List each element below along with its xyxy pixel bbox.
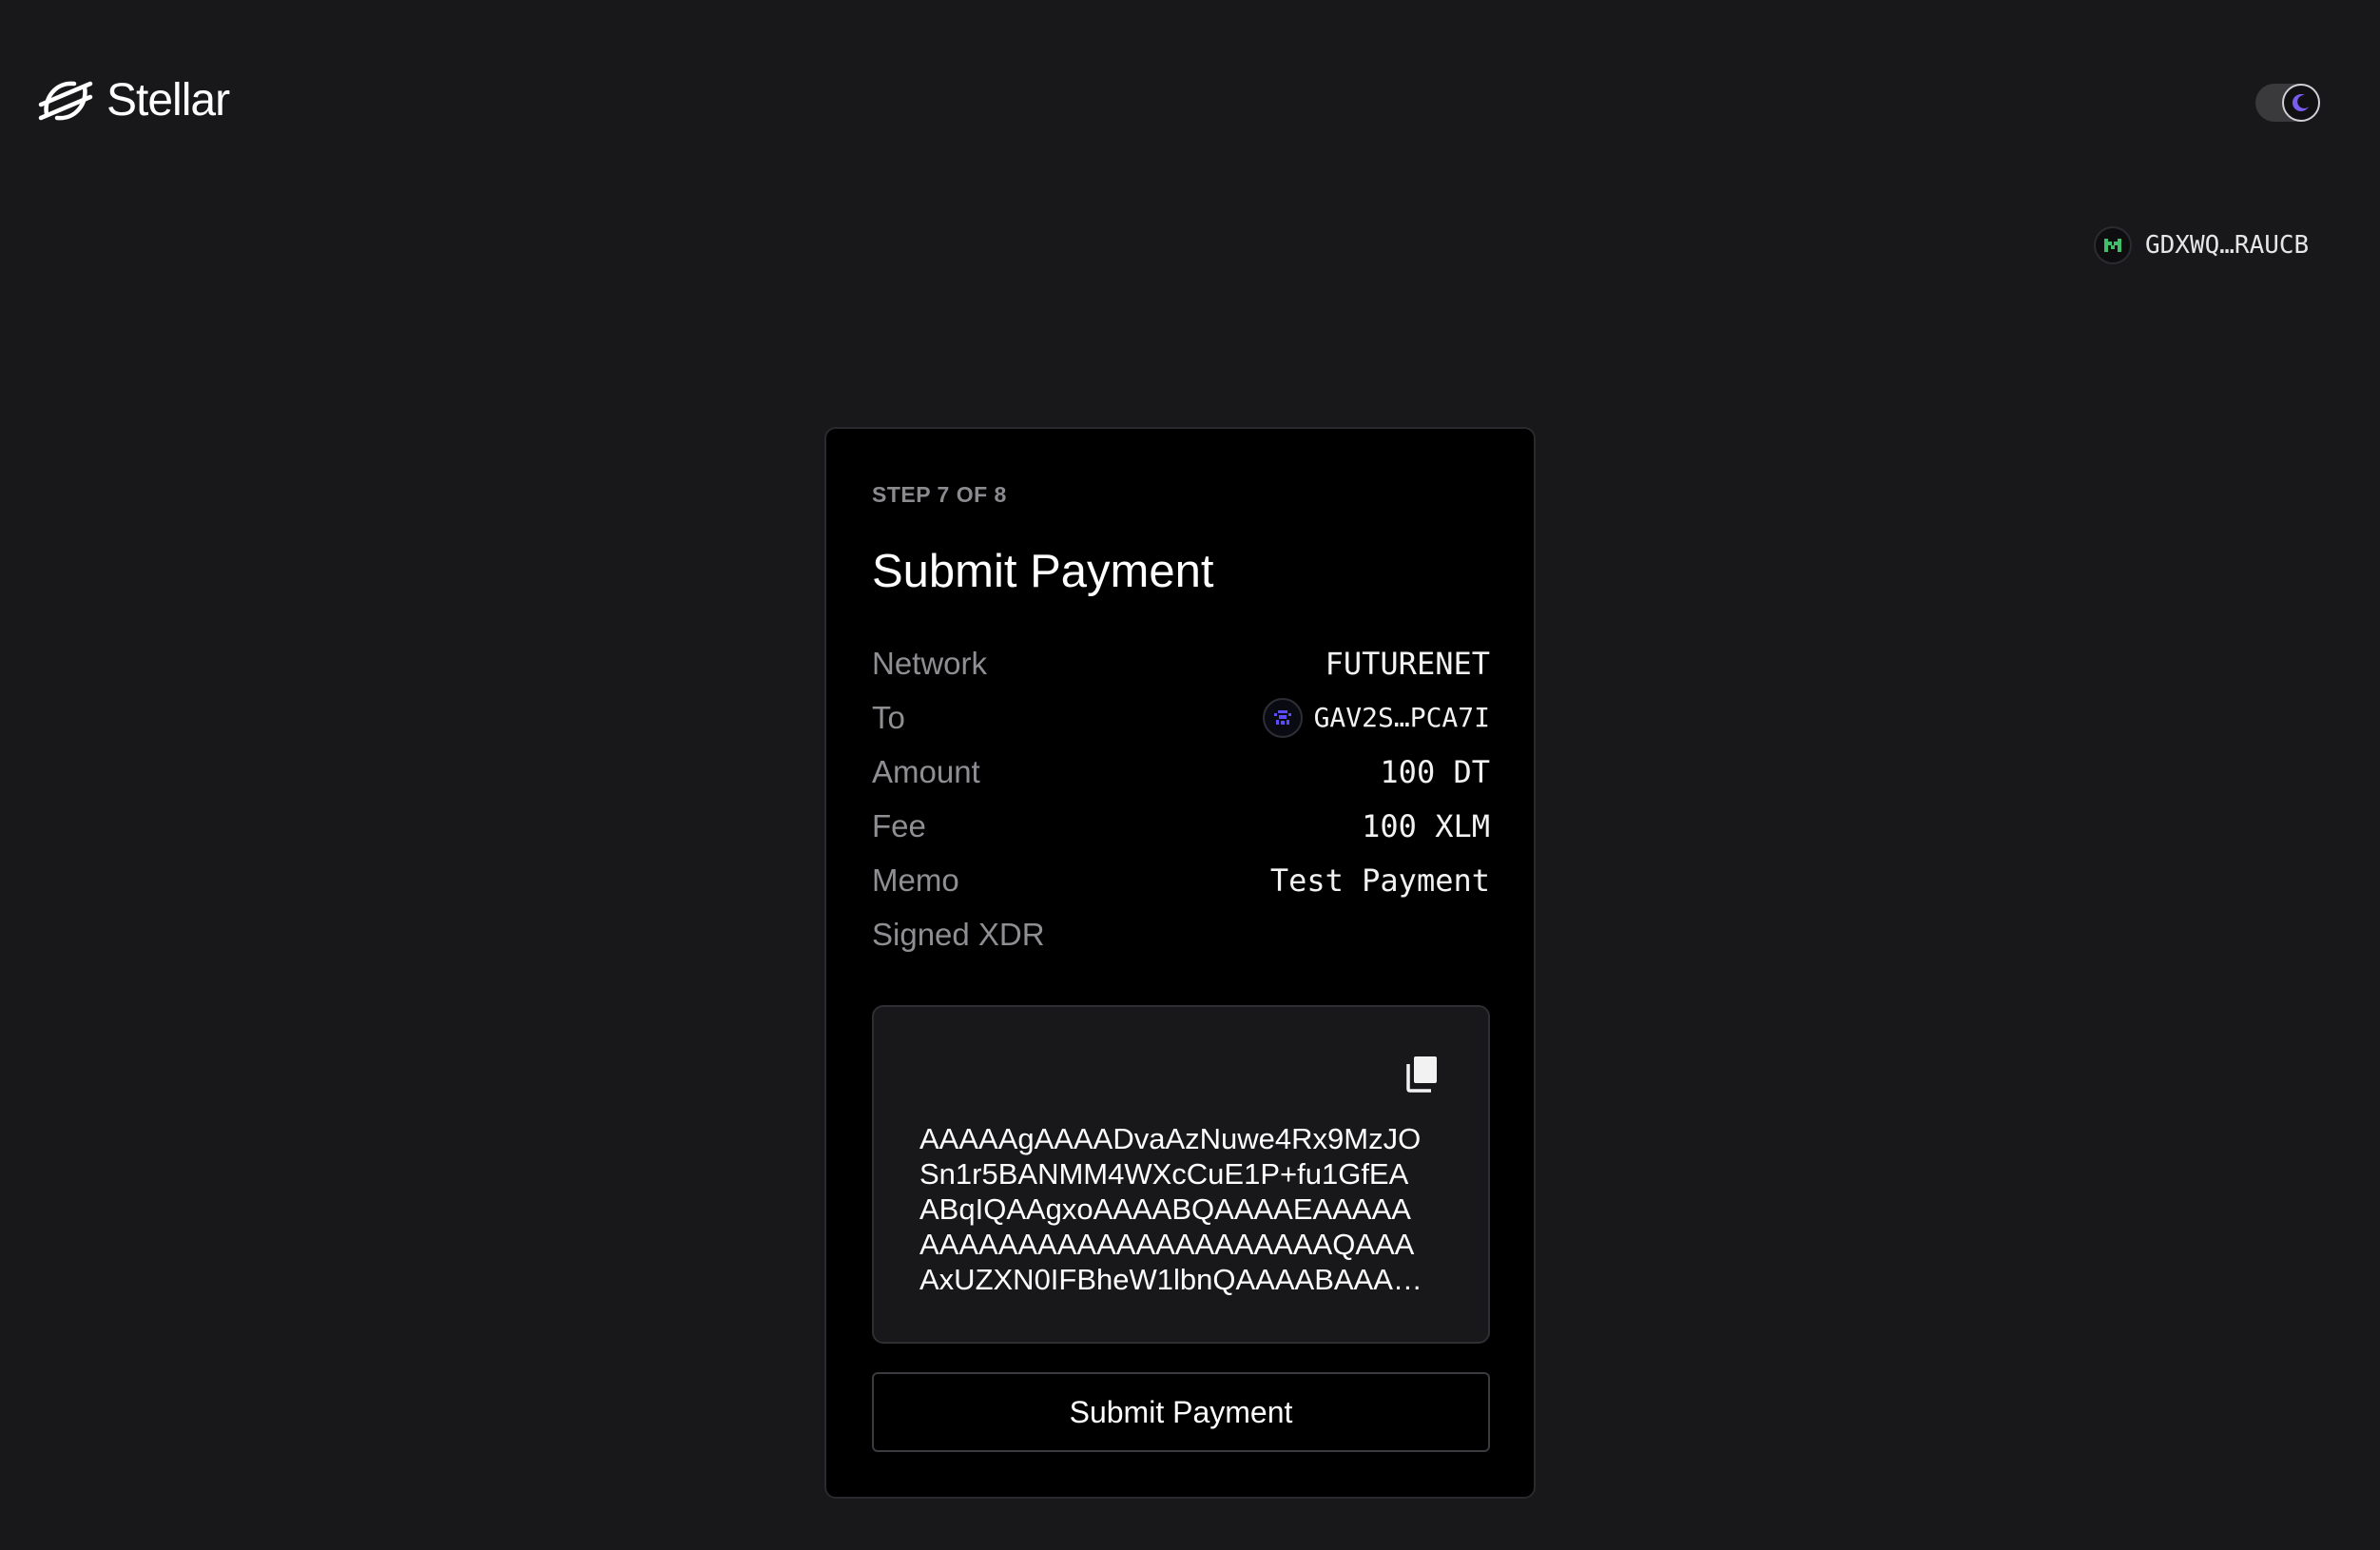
- memo-label: Memo: [872, 862, 959, 898]
- to-label: To: [872, 699, 905, 735]
- account-address: GDXWQ…RAUCB: [2145, 231, 2310, 260]
- submit-payment-card: STEP 7 OF 8 Submit Payment Network FUTUR…: [824, 427, 1536, 1499]
- memo-value: Test Payment: [1269, 862, 1490, 899]
- detail-row-to: To GAV2S…PCA7I: [872, 690, 1490, 745]
- card-title: Submit Payment: [872, 546, 1214, 597]
- copy-icon: [1406, 1056, 1437, 1093]
- page: Stellar GDXWQ…RAUCB STEP 7 OF 8 Submit P…: [0, 0, 2380, 1550]
- amount-value: 100 DT: [1380, 753, 1490, 790]
- to-value-group: GAV2S…PCA7I: [1262, 697, 1490, 738]
- fee-value: 100 XLM: [1362, 807, 1490, 844]
- detail-row-network: Network FUTURENET: [872, 636, 1490, 690]
- submit-payment-button[interactable]: Submit Payment: [872, 1372, 1490, 1452]
- to-value: GAV2S…PCA7I: [1313, 702, 1490, 733]
- stellar-logo-icon: [38, 81, 93, 121]
- theme-toggle[interactable]: [2255, 84, 2320, 122]
- account-identicon-icon: [2094, 226, 2132, 264]
- signed-xdr-label: Signed XDR: [872, 916, 1045, 952]
- network-value: FUTURENET: [1325, 645, 1490, 682]
- signed-xdr-box: AAAAAgAAAADvaAzNuwe4Rx9MzJO Sn1r5BANMM4W…: [872, 1005, 1490, 1344]
- step-indicator: STEP 7 OF 8: [872, 482, 1007, 507]
- recipient-identicon-icon: [1262, 697, 1303, 738]
- signed-xdr-text[interactable]: AAAAAgAAAADvaAzNuwe4Rx9MzJO Sn1r5BANMM4W…: [919, 1121, 1452, 1297]
- amount-label: Amount: [872, 753, 980, 789]
- copy-xdr-button[interactable]: [1404, 1055, 1439, 1093]
- connected-account[interactable]: GDXWQ…RAUCB: [2094, 226, 2309, 264]
- payment-details: Network FUTURENET To GAV2S…PCA7I Amount …: [872, 636, 1490, 961]
- detail-row-amount: Amount 100 DT: [872, 745, 1490, 799]
- detail-row-signed-xdr: Signed XDR: [872, 907, 1490, 961]
- fee-label: Fee: [872, 807, 926, 843]
- network-label: Network: [872, 645, 988, 681]
- detail-row-memo: Memo Test Payment: [872, 853, 1490, 907]
- moon-icon: [2292, 94, 2309, 112]
- detail-row-fee: Fee 100 XLM: [872, 799, 1490, 853]
- theme-toggle-knob: [2282, 84, 2320, 122]
- brand-name: Stellar: [106, 75, 230, 126]
- stellar-logo[interactable]: Stellar: [38, 75, 230, 126]
